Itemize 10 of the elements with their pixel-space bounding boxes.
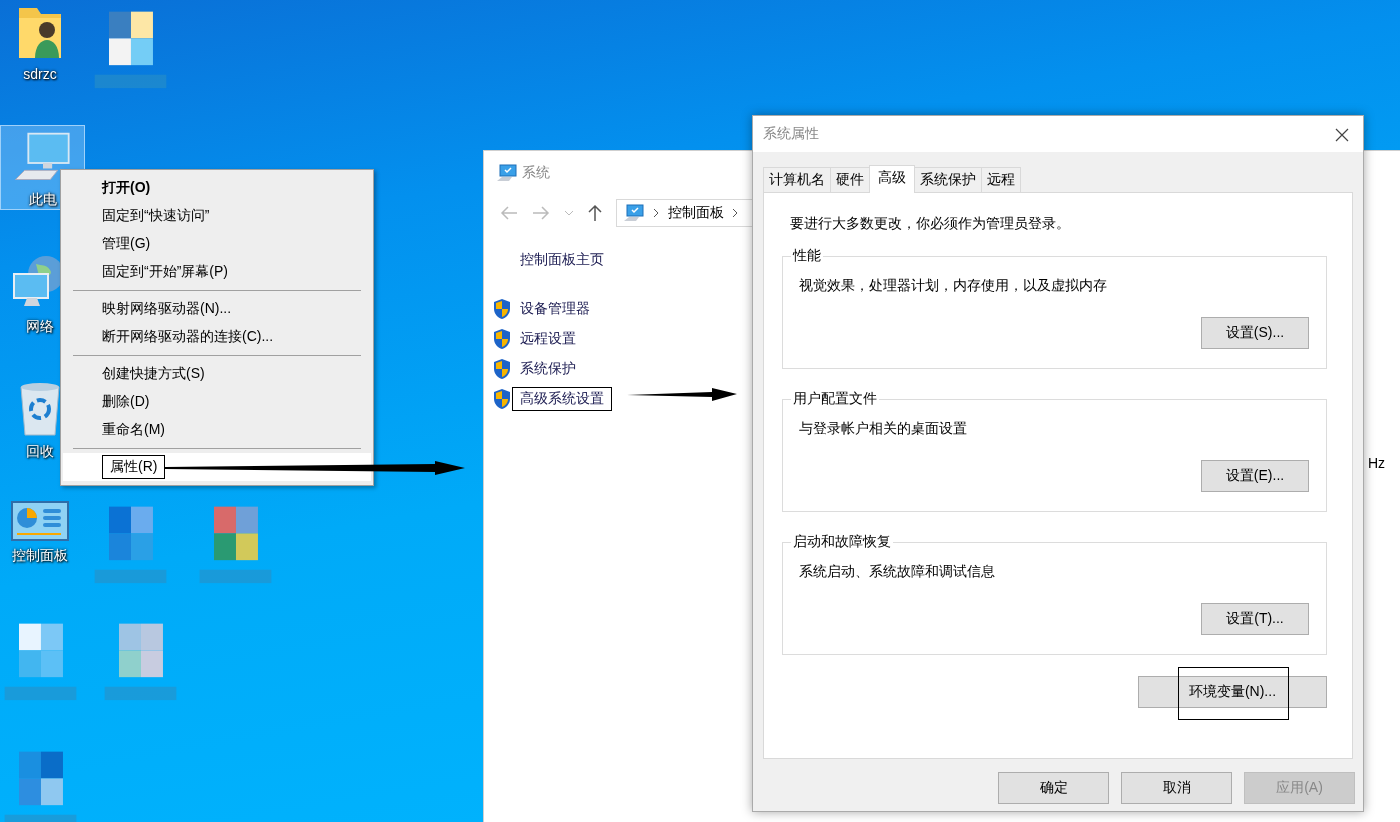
text-fragment: Hz [1368, 455, 1386, 471]
window-title: 系统 [522, 164, 550, 182]
group-title: 启动和故障恢复 [792, 533, 892, 551]
group-title: 性能 [791, 247, 822, 265]
group-description: 视觉效果，处理器计划，内存使用，以及虚拟内存 [799, 277, 1108, 295]
admin-note: 要进行大多数更改，你必须作为管理员登录。 [790, 215, 1071, 233]
group-title: 用户配置文件 [792, 390, 878, 408]
group-description: 系统启动、系统故障和调试信息 [799, 563, 996, 581]
group-description: 与登录帐户相关的桌面设置 [799, 420, 968, 438]
dialog-title: 系统属性 [763, 125, 819, 143]
